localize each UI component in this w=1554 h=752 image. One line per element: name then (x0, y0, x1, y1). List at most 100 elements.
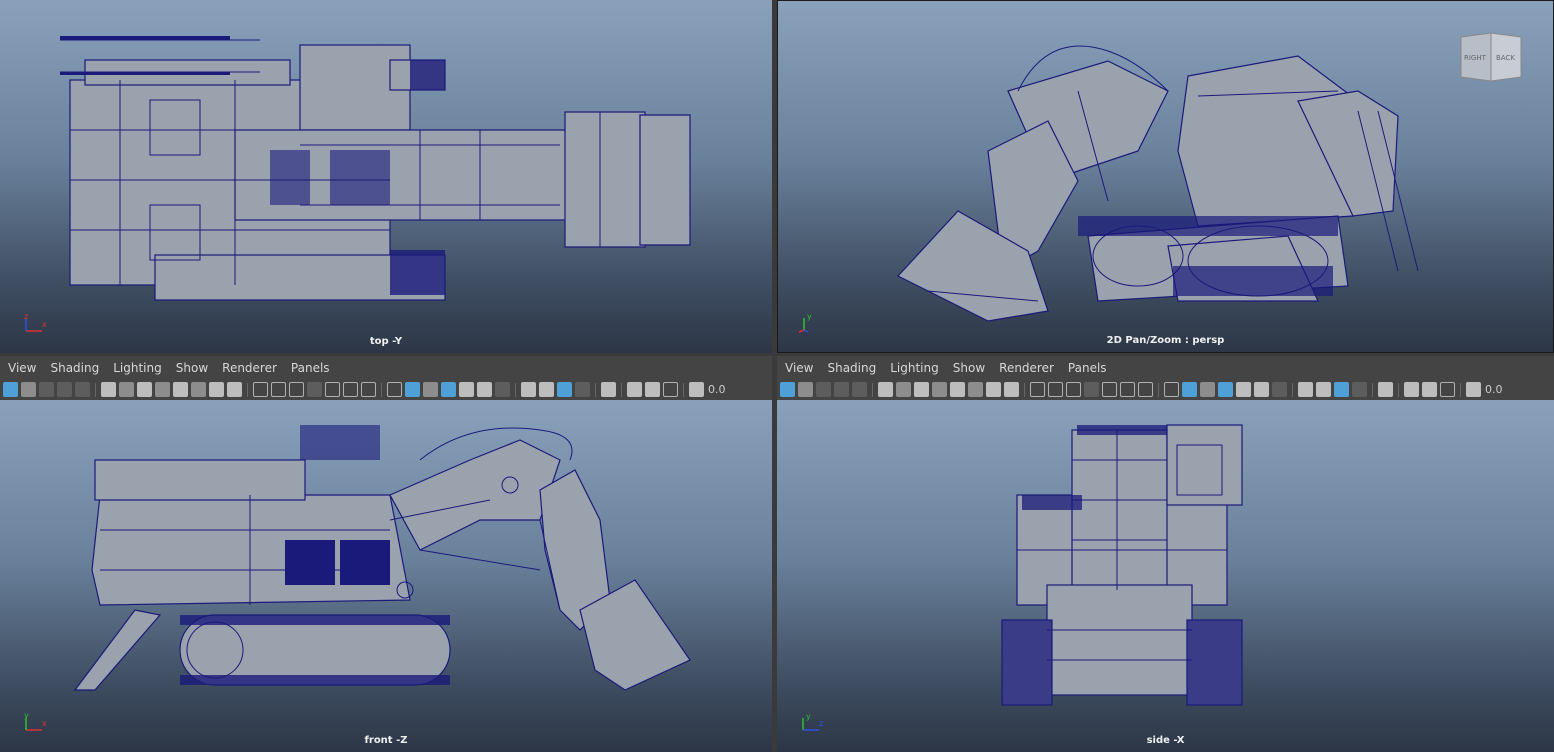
backface-culling-icon[interactable] (663, 382, 678, 397)
menu-shading[interactable]: Shading (50, 361, 99, 375)
camera-icon[interactable] (878, 382, 893, 397)
viewcube[interactable]: RIGHT BACK (1459, 31, 1523, 83)
film-gate-toggle-icon[interactable] (1048, 382, 1063, 397)
xray-active-icon[interactable] (645, 382, 660, 397)
bookmark-icon[interactable] (39, 382, 54, 397)
grid-toggle-icon[interactable] (1030, 382, 1045, 397)
field-chart-toggle-icon[interactable] (325, 382, 340, 397)
safe-action-icon[interactable] (986, 382, 1001, 397)
ambient-occlusion-icon[interactable] (521, 382, 536, 397)
exposure-field[interactable]: 0.0 (1485, 383, 1503, 396)
image-plane-icon[interactable] (57, 382, 72, 397)
menu-lighting[interactable]: Lighting (890, 361, 939, 375)
view-icon[interactable] (852, 382, 867, 397)
textured-icon[interactable] (1236, 382, 1251, 397)
resolution-toggle-icon[interactable] (1066, 382, 1081, 397)
xray-icon[interactable] (441, 382, 456, 397)
field-chart-icon[interactable] (968, 382, 983, 397)
safe-action-toggle-icon[interactable] (1120, 382, 1135, 397)
viewport-side[interactable]: y z side -X (777, 400, 1554, 752)
film-gate-toggle-icon[interactable] (271, 382, 286, 397)
field-chart-toggle-icon[interactable] (1102, 382, 1117, 397)
isolate-select-icon[interactable] (1378, 382, 1393, 397)
shadows-icon[interactable] (1272, 382, 1287, 397)
viewport-persp[interactable]: RIGHT BACK y 2D Pan/Zoom : persp (777, 0, 1554, 353)
gate-mask-icon[interactable] (173, 382, 188, 397)
panel-toolbar-right: 0.0 (777, 379, 1554, 400)
motion-blur-icon[interactable] (1316, 382, 1331, 397)
viewport-front[interactable]: x y front -Z (0, 400, 772, 752)
pencil-icon[interactable] (227, 382, 242, 397)
bookmark-icon[interactable] (816, 382, 831, 397)
menu-show[interactable]: Show (176, 361, 208, 375)
axis-v-label: y (806, 712, 811, 721)
wireframe-icon[interactable] (387, 382, 402, 397)
smooth-shade-icon[interactable] (405, 382, 420, 397)
xray-icon[interactable] (1218, 382, 1233, 397)
select-camera-icon[interactable] (3, 382, 18, 397)
resolution-toggle-icon[interactable] (289, 382, 304, 397)
film-gate-icon[interactable] (914, 382, 929, 397)
menu-renderer[interactable]: Renderer (999, 361, 1054, 375)
grid-icon[interactable] (896, 382, 911, 397)
model-front-view (73, 425, 691, 691)
viewport-divider-horizontal[interactable] (0, 353, 1554, 356)
safe-action-icon[interactable] (209, 382, 224, 397)
shadows-icon[interactable] (495, 382, 510, 397)
image-plane-icon[interactable] (834, 382, 849, 397)
exposure-field[interactable]: 0.0 (708, 383, 726, 396)
safe-title-toggle-icon[interactable] (1138, 382, 1153, 397)
menu-show[interactable]: Show (953, 361, 985, 375)
xray-joints-icon[interactable] (1404, 382, 1419, 397)
safe-action-toggle-icon[interactable] (343, 382, 358, 397)
depth-of-field-icon[interactable] (1352, 382, 1367, 397)
camera-icon[interactable] (101, 382, 116, 397)
field-chart-icon[interactable] (191, 382, 206, 397)
viewport-top[interactable]: x z top -Y (0, 0, 772, 353)
film-gate-icon[interactable] (137, 382, 152, 397)
safe-title-toggle-icon[interactable] (361, 382, 376, 397)
ambient-occlusion-icon[interactable] (1298, 382, 1313, 397)
grid-icon[interactable] (119, 382, 134, 397)
wireframe-on-shaded-icon[interactable] (423, 382, 438, 397)
panel-menubar-left: View Shading Lighting Show Renderer Pane… (0, 357, 772, 379)
lights-icon[interactable] (1254, 382, 1269, 397)
menu-view[interactable]: View (785, 361, 813, 375)
smooth-shade-icon[interactable] (1182, 382, 1197, 397)
exposure-icon[interactable] (1466, 382, 1481, 397)
menu-lighting[interactable]: Lighting (113, 361, 162, 375)
select-camera-icon[interactable] (780, 382, 795, 397)
axis-indicator: y (798, 312, 826, 336)
motion-blur-icon[interactable] (539, 382, 554, 397)
menu-panels[interactable]: Panels (1068, 361, 1107, 375)
camera-attributes-icon[interactable] (798, 382, 813, 397)
menu-view[interactable]: View (8, 361, 36, 375)
menu-renderer[interactable]: Renderer (222, 361, 277, 375)
lights-icon[interactable] (477, 382, 492, 397)
isolate-select-icon[interactable] (601, 382, 616, 397)
camera-attributes-icon[interactable] (21, 382, 36, 397)
gate-mask-toggle-icon[interactable] (1084, 382, 1099, 397)
menu-panels[interactable]: Panels (291, 361, 330, 375)
anti-aliasing-icon[interactable] (1334, 382, 1349, 397)
textured-icon[interactable] (459, 382, 474, 397)
gate-mask-toggle-icon[interactable] (307, 382, 322, 397)
view-icon[interactable] (75, 382, 90, 397)
xray-joints-icon[interactable] (627, 382, 642, 397)
model-persp-view (897, 45, 1419, 322)
resolution-gate-icon[interactable] (155, 382, 170, 397)
viewport-label: 2D Pan/Zoom : persp (1106, 335, 1225, 346)
wireframe-on-shaded-icon[interactable] (1200, 382, 1215, 397)
pencil-icon[interactable] (1004, 382, 1019, 397)
exposure-icon[interactable] (689, 382, 704, 397)
menu-shading[interactable]: Shading (827, 361, 876, 375)
xray-active-icon[interactable] (1422, 382, 1437, 397)
anti-aliasing-icon[interactable] (557, 382, 572, 397)
wireframe-icon[interactable] (1164, 382, 1179, 397)
resolution-gate-icon[interactable] (932, 382, 947, 397)
grid-toggle-icon[interactable] (253, 382, 268, 397)
backface-culling-icon[interactable] (1440, 382, 1455, 397)
gate-mask-icon[interactable] (950, 382, 965, 397)
axis-h-label: x (42, 719, 47, 728)
depth-of-field-icon[interactable] (575, 382, 590, 397)
